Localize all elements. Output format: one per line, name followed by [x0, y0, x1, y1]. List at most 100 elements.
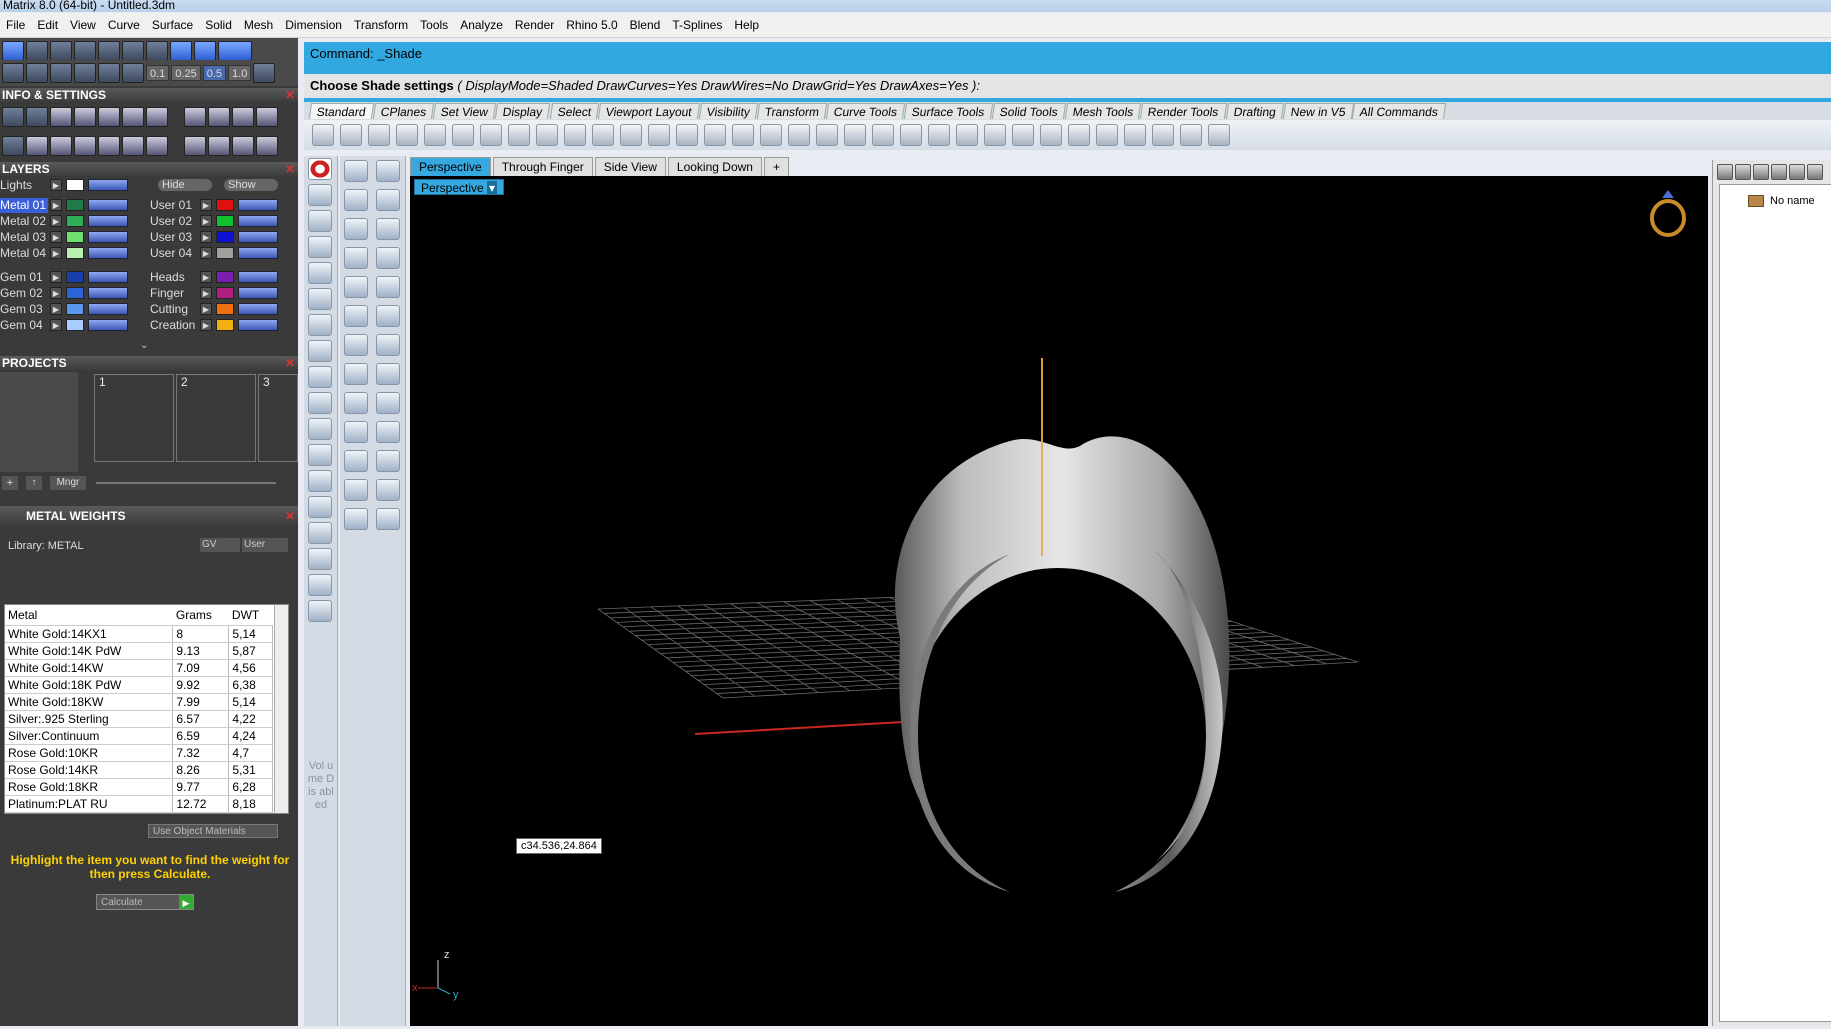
- expand-icon[interactable]: ▶: [200, 199, 212, 211]
- layer-row[interactable]: Gem 04 ▶: [0, 318, 148, 333]
- layer-icon[interactable]: [984, 124, 1006, 146]
- expand-icon[interactable]: ▶: [50, 231, 62, 243]
- layer-controls[interactable]: [88, 319, 128, 331]
- toolbar-tab[interactable]: Set View: [432, 103, 497, 119]
- expand-icon[interactable]: ▶: [200, 319, 212, 331]
- tool-d-icon[interactable]: [256, 136, 278, 156]
- snap-icon[interactable]: [2, 41, 24, 61]
- menu-transform[interactable]: Transform: [348, 18, 414, 32]
- undo-icon[interactable]: [536, 124, 558, 146]
- layer-row[interactable]: Metal 04 ▶: [0, 246, 148, 261]
- toolbar-tab[interactable]: Curve Tools: [826, 103, 906, 119]
- ruler-icon[interactable]: [308, 496, 332, 518]
- expand-icon[interactable]: ▶: [50, 319, 62, 331]
- arc-icon[interactable]: [376, 218, 400, 240]
- toolbar-tab[interactable]: Mesh Tools: [1064, 103, 1142, 119]
- layer-row[interactable]: Gem 01 ▶: [0, 270, 148, 285]
- settings-gear-icon[interactable]: [1152, 124, 1174, 146]
- panel-b-icon[interactable]: [232, 107, 254, 127]
- snap-icon[interactable]: [872, 124, 894, 146]
- color-wheel-icon[interactable]: [1771, 164, 1787, 180]
- expand-icon[interactable]: ▶: [50, 287, 62, 299]
- polyline-icon[interactable]: [344, 189, 368, 211]
- menu-file[interactable]: File: [0, 18, 31, 32]
- mirror-icon[interactable]: [344, 479, 368, 501]
- expand-icon[interactable]: ▶: [200, 247, 212, 259]
- table-row[interactable]: White Gold:14KX1 8 5,14: [5, 625, 273, 643]
- scissors-icon[interactable]: [122, 136, 144, 156]
- menu-dimension[interactable]: Dimension: [279, 18, 348, 32]
- use-object-materials-toggle[interactable]: Use Object Materials: [148, 824, 278, 838]
- layer-color-swatch[interactable]: [66, 215, 84, 227]
- select-arrow-icon[interactable]: [344, 160, 368, 182]
- bucket-icon[interactable]: [376, 508, 400, 530]
- tool-a-icon[interactable]: [184, 136, 206, 156]
- gem-icon[interactable]: [376, 363, 400, 385]
- tab-side-view[interactable]: Side View: [594, 157, 666, 176]
- layer-name[interactable]: Metal 01: [0, 198, 48, 213]
- menu-render[interactable]: Render: [509, 18, 560, 32]
- toolbar-tab[interactable]: Solid Tools: [991, 103, 1066, 119]
- toolbar-tab[interactable]: Standard: [308, 103, 374, 119]
- layer-name[interactable]: Finger: [150, 286, 198, 301]
- folder-icon[interactable]: [1807, 164, 1823, 180]
- panel-c-icon[interactable]: [256, 107, 278, 127]
- hide-toggle[interactable]: Hide: [158, 179, 212, 191]
- cube-stack-icon[interactable]: [74, 107, 96, 127]
- expand-icon[interactable]: ▶: [50, 247, 62, 259]
- layer-row[interactable]: Metal 02 ▶: [0, 214, 148, 229]
- figure-icon[interactable]: [308, 574, 332, 596]
- tab-looking-down[interactable]: Looking Down: [667, 157, 762, 176]
- extrude-icon[interactable]: [344, 363, 368, 385]
- display-icon[interactable]: [1717, 164, 1733, 180]
- cplane-icon[interactable]: [816, 124, 838, 146]
- toolbar-tab[interactable]: Transform: [756, 103, 828, 119]
- lights-controls[interactable]: [88, 179, 128, 191]
- lights-swatch[interactable]: [66, 179, 84, 191]
- zoom-window-icon[interactable]: [648, 124, 670, 146]
- boolean-icon[interactable]: [376, 334, 400, 356]
- pen-icon[interactable]: [50, 63, 72, 83]
- sketch-icon[interactable]: [308, 444, 332, 466]
- layer-color-swatch[interactable]: [216, 215, 234, 227]
- layer-color-swatch[interactable]: [66, 231, 84, 243]
- node-icon[interactable]: [308, 236, 332, 258]
- globe-icon[interactable]: [308, 210, 332, 232]
- pause-icon[interactable]: [218, 41, 252, 61]
- table-row[interactable]: Rose Gold:14KR 8.26 5,31: [5, 761, 273, 779]
- menu-tools[interactable]: Tools: [414, 18, 454, 32]
- layer-row[interactable]: Cutting ▶: [150, 302, 298, 317]
- manager-button[interactable]: Mngr: [50, 476, 86, 490]
- layer-name[interactable]: Gem 04: [0, 318, 48, 333]
- sphere-solid-icon[interactable]: [344, 334, 368, 356]
- column-dwt[interactable]: DWT: [228, 605, 273, 626]
- grid-icon[interactable]: [844, 124, 866, 146]
- menu-blend[interactable]: Blend: [624, 18, 667, 32]
- ellipse-icon[interactable]: [344, 276, 368, 298]
- step-1-0[interactable]: 1.0: [228, 65, 252, 81]
- menu-solid[interactable]: Solid: [199, 18, 238, 32]
- layer-name[interactable]: Metal 03: [0, 230, 48, 245]
- table-scrollbar[interactable]: [274, 605, 288, 813]
- toolbar-tab[interactable]: Visibility: [698, 103, 759, 119]
- play-icon[interactable]: ▶: [50, 179, 62, 191]
- layer-name[interactable]: User 04: [150, 246, 198, 261]
- named-object-item[interactable]: No name: [1770, 195, 1815, 207]
- box-icon[interactable]: [308, 548, 332, 570]
- layer-name[interactable]: Heads: [150, 270, 198, 285]
- zoom-extents-icon[interactable]: [676, 124, 698, 146]
- column-grams[interactable]: Grams: [172, 605, 229, 626]
- column-metal[interactable]: Metal: [5, 605, 173, 626]
- layer-color-swatch[interactable]: [216, 247, 234, 259]
- frame-icon[interactable]: [194, 41, 216, 61]
- layer-color-swatch[interactable]: [216, 287, 234, 299]
- layer-name[interactable]: Creation: [150, 318, 198, 333]
- toolbar-tab[interactable]: Display: [495, 103, 551, 119]
- expand-icon[interactable]: ▶: [200, 303, 212, 315]
- polygon-icon[interactable]: [376, 247, 400, 269]
- help-icon[interactable]: [1208, 124, 1230, 146]
- layer-color-swatch[interactable]: [216, 303, 234, 315]
- fillet-icon[interactable]: [344, 392, 368, 414]
- check-icon[interactable]: [376, 479, 400, 501]
- perspective-viewport[interactable]: z y x: [410, 176, 1708, 1026]
